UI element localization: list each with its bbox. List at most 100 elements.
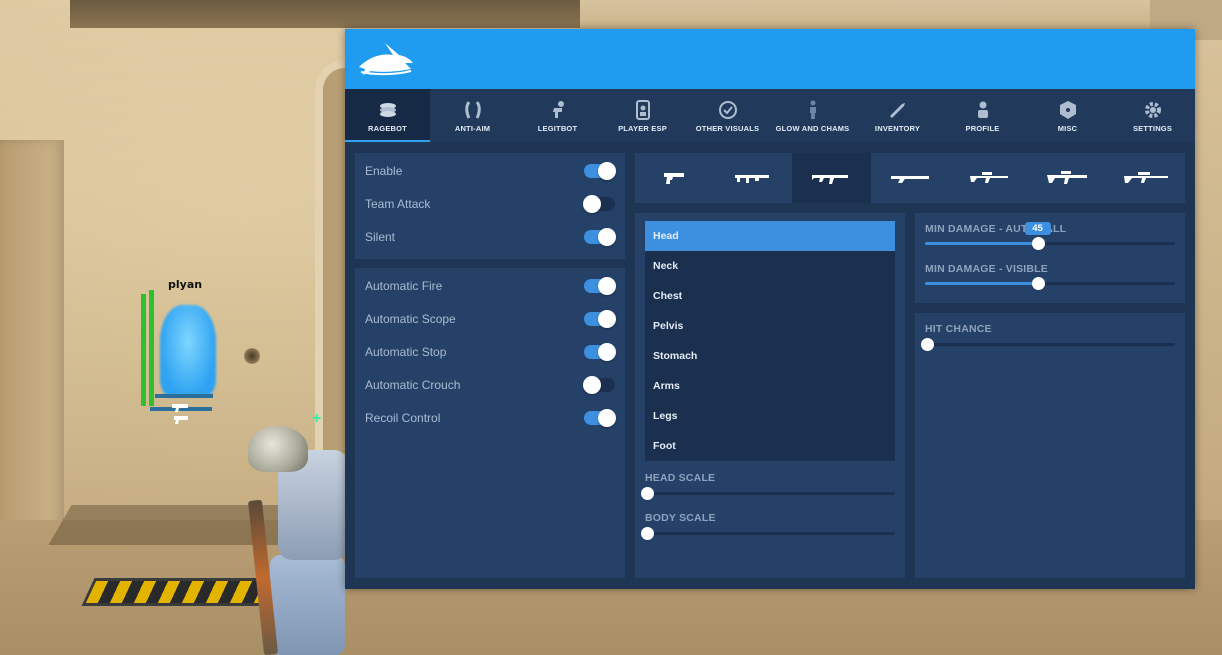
profile-icon bbox=[973, 99, 993, 121]
slider-knob[interactable] bbox=[641, 527, 654, 540]
setting-row-automatic-crouch: Automatic Crouch bbox=[365, 375, 615, 395]
weapon-auto-sniper[interactable] bbox=[1028, 153, 1107, 203]
head-scale-label: HEAD SCALE bbox=[645, 472, 716, 484]
scout-icon bbox=[969, 172, 1008, 183]
slider-knob[interactable] bbox=[1031, 277, 1045, 290]
shotgun-icon bbox=[891, 176, 930, 183]
setting-row-team-attack: Team Attack bbox=[365, 194, 615, 214]
setting-label: Enable bbox=[365, 164, 403, 178]
silent-toggle[interactable] bbox=[584, 228, 616, 246]
shark-logo-icon bbox=[359, 43, 413, 76]
setting-row-automatic-scope: Automatic Scope bbox=[365, 309, 615, 329]
tab-profile[interactable]: PROFILE bbox=[940, 89, 1025, 142]
automatic-scope-toggle[interactable] bbox=[584, 310, 616, 328]
slider-knob[interactable] bbox=[1031, 237, 1045, 250]
damage-panel: MIN DAMAGE - AUTOWALL 45 MIN DAMAGE - VI… bbox=[915, 213, 1185, 303]
upper-wall bbox=[580, 0, 1222, 30]
setting-row-silent: Silent bbox=[365, 227, 615, 247]
enable-toggle[interactable] bbox=[584, 162, 616, 180]
automatic-fire-toggle[interactable] bbox=[584, 277, 616, 295]
automatic-stop-toggle[interactable] bbox=[584, 343, 616, 361]
tab-label: MISC bbox=[1057, 124, 1078, 133]
weapon-scout[interactable] bbox=[949, 153, 1028, 203]
tab-player-esp[interactable]: PLAYER ESP bbox=[600, 89, 685, 142]
player-esp-icon bbox=[633, 99, 653, 121]
tab-label: SETTINGS bbox=[1132, 124, 1173, 133]
tab-other-visuals[interactable]: OTHER VISUALS bbox=[685, 89, 770, 142]
smg-icon bbox=[734, 175, 769, 183]
tab-label: RAGEBOT bbox=[368, 124, 407, 133]
tab-label: ANTI-AIM bbox=[454, 124, 491, 133]
misc-icon bbox=[1058, 99, 1078, 121]
fire-panel: Automatic Fire Automatic Scope Automatic… bbox=[355, 268, 625, 578]
tab-anti-aim[interactable]: ANTI-AIM bbox=[430, 89, 515, 142]
hitbox-chest[interactable]: Chest bbox=[645, 281, 895, 311]
hit-chance-panel: HIT CHANCE bbox=[915, 313, 1185, 578]
weapon-selector bbox=[635, 153, 1185, 203]
setting-label: Automatic Scope bbox=[365, 312, 456, 326]
hitbox-pelvis[interactable]: Pelvis bbox=[645, 311, 895, 341]
tab-label: OTHER VISUALS bbox=[695, 124, 760, 133]
slider-value-badge: 45 bbox=[1024, 222, 1051, 235]
bullet-hole bbox=[243, 348, 261, 364]
weapon-awp[interactable] bbox=[1106, 153, 1185, 203]
hitbox-head[interactable]: Head bbox=[645, 221, 895, 251]
setting-row-enable: Enable bbox=[365, 161, 615, 181]
tab-glow-and-chams[interactable]: GLOW AND CHAMS bbox=[770, 89, 855, 142]
min-damage-autowall-slider[interactable]: 45 bbox=[925, 222, 1175, 250]
hitbox-arms[interactable]: Arms bbox=[645, 371, 895, 401]
weapon-smg[interactable] bbox=[714, 153, 793, 203]
weapon-shotgun[interactable] bbox=[871, 153, 950, 203]
setting-label: Automatic Stop bbox=[365, 345, 447, 359]
esp-player-chams bbox=[160, 305, 216, 397]
hitbox-legs[interactable]: Legs bbox=[645, 401, 895, 431]
tab-ragebot[interactable]: RAGEBOT bbox=[345, 89, 430, 142]
weapon-pistol[interactable] bbox=[635, 153, 714, 203]
hitbox-list: Head Neck Chest Pelvis Stomach Arms Legs… bbox=[645, 221, 895, 461]
team-attack-toggle[interactable] bbox=[583, 195, 615, 213]
pistol-icon bbox=[664, 173, 685, 184]
body-scale-slider[interactable] bbox=[641, 527, 895, 540]
awp-icon bbox=[1123, 172, 1168, 183]
recoil-control-toggle[interactable] bbox=[584, 409, 616, 427]
glow-chams-icon bbox=[803, 99, 823, 121]
setting-label: Team Attack bbox=[365, 197, 431, 211]
setting-row-recoil-control: Recoil Control bbox=[365, 408, 615, 428]
hitbox-neck[interactable]: Neck bbox=[645, 251, 895, 281]
tab-inventory[interactable]: INVENTORY bbox=[855, 89, 940, 142]
ceiling-beam bbox=[70, 0, 590, 28]
hitbox-foot[interactable]: Foot bbox=[645, 431, 895, 461]
min-damage-visible-slider[interactable] bbox=[925, 277, 1175, 290]
tab-label: PROFILE bbox=[965, 124, 1000, 133]
tab-legitbot[interactable]: LEGITBOT bbox=[515, 89, 600, 142]
min-damage-visible-label: MIN DAMAGE - VISIBLE bbox=[925, 263, 1049, 275]
hit-chance-slider[interactable] bbox=[921, 338, 1175, 351]
auto-sniper-icon bbox=[1047, 171, 1088, 184]
esp-weapon-icon bbox=[170, 400, 192, 429]
tab-bar: RAGEBOT ANTI-AIM LEGITBOT PLAYER ESP OTH… bbox=[345, 89, 1195, 142]
automatic-crouch-toggle[interactable] bbox=[583, 376, 615, 394]
setting-row-automatic-fire: Automatic Fire bbox=[365, 276, 615, 296]
tab-misc[interactable]: MISC bbox=[1025, 89, 1110, 142]
general-panel: Enable Team Attack Silent bbox=[355, 153, 625, 259]
tab-settings[interactable]: SETTINGS bbox=[1110, 89, 1195, 142]
esp-ammo-bar bbox=[155, 394, 213, 398]
anti-aim-icon bbox=[463, 99, 483, 121]
slider-knob[interactable] bbox=[641, 487, 654, 500]
hitbox-stomach[interactable]: Stomach bbox=[645, 341, 895, 371]
ragebot-icon bbox=[378, 99, 398, 121]
other-visuals-icon bbox=[718, 99, 738, 121]
setting-label: Silent bbox=[365, 230, 396, 244]
cheat-menu-window: RAGEBOT ANTI-AIM LEGITBOT PLAYER ESP OTH… bbox=[345, 29, 1195, 589]
head-scale-slider[interactable] bbox=[641, 487, 895, 500]
esp-armor-bar bbox=[149, 290, 154, 406]
tab-label: LEGITBOT bbox=[537, 124, 578, 133]
slider-knob[interactable] bbox=[921, 338, 934, 351]
tab-label: GLOW AND CHAMS bbox=[775, 124, 850, 133]
weapon-rifle[interactable] bbox=[792, 153, 871, 203]
menu-header bbox=[345, 29, 1195, 89]
setting-row-automatic-stop: Automatic Stop bbox=[365, 342, 615, 362]
esp-health-bar bbox=[141, 294, 146, 406]
setting-label: Recoil Control bbox=[365, 411, 441, 425]
setting-label: Automatic Fire bbox=[365, 279, 443, 293]
